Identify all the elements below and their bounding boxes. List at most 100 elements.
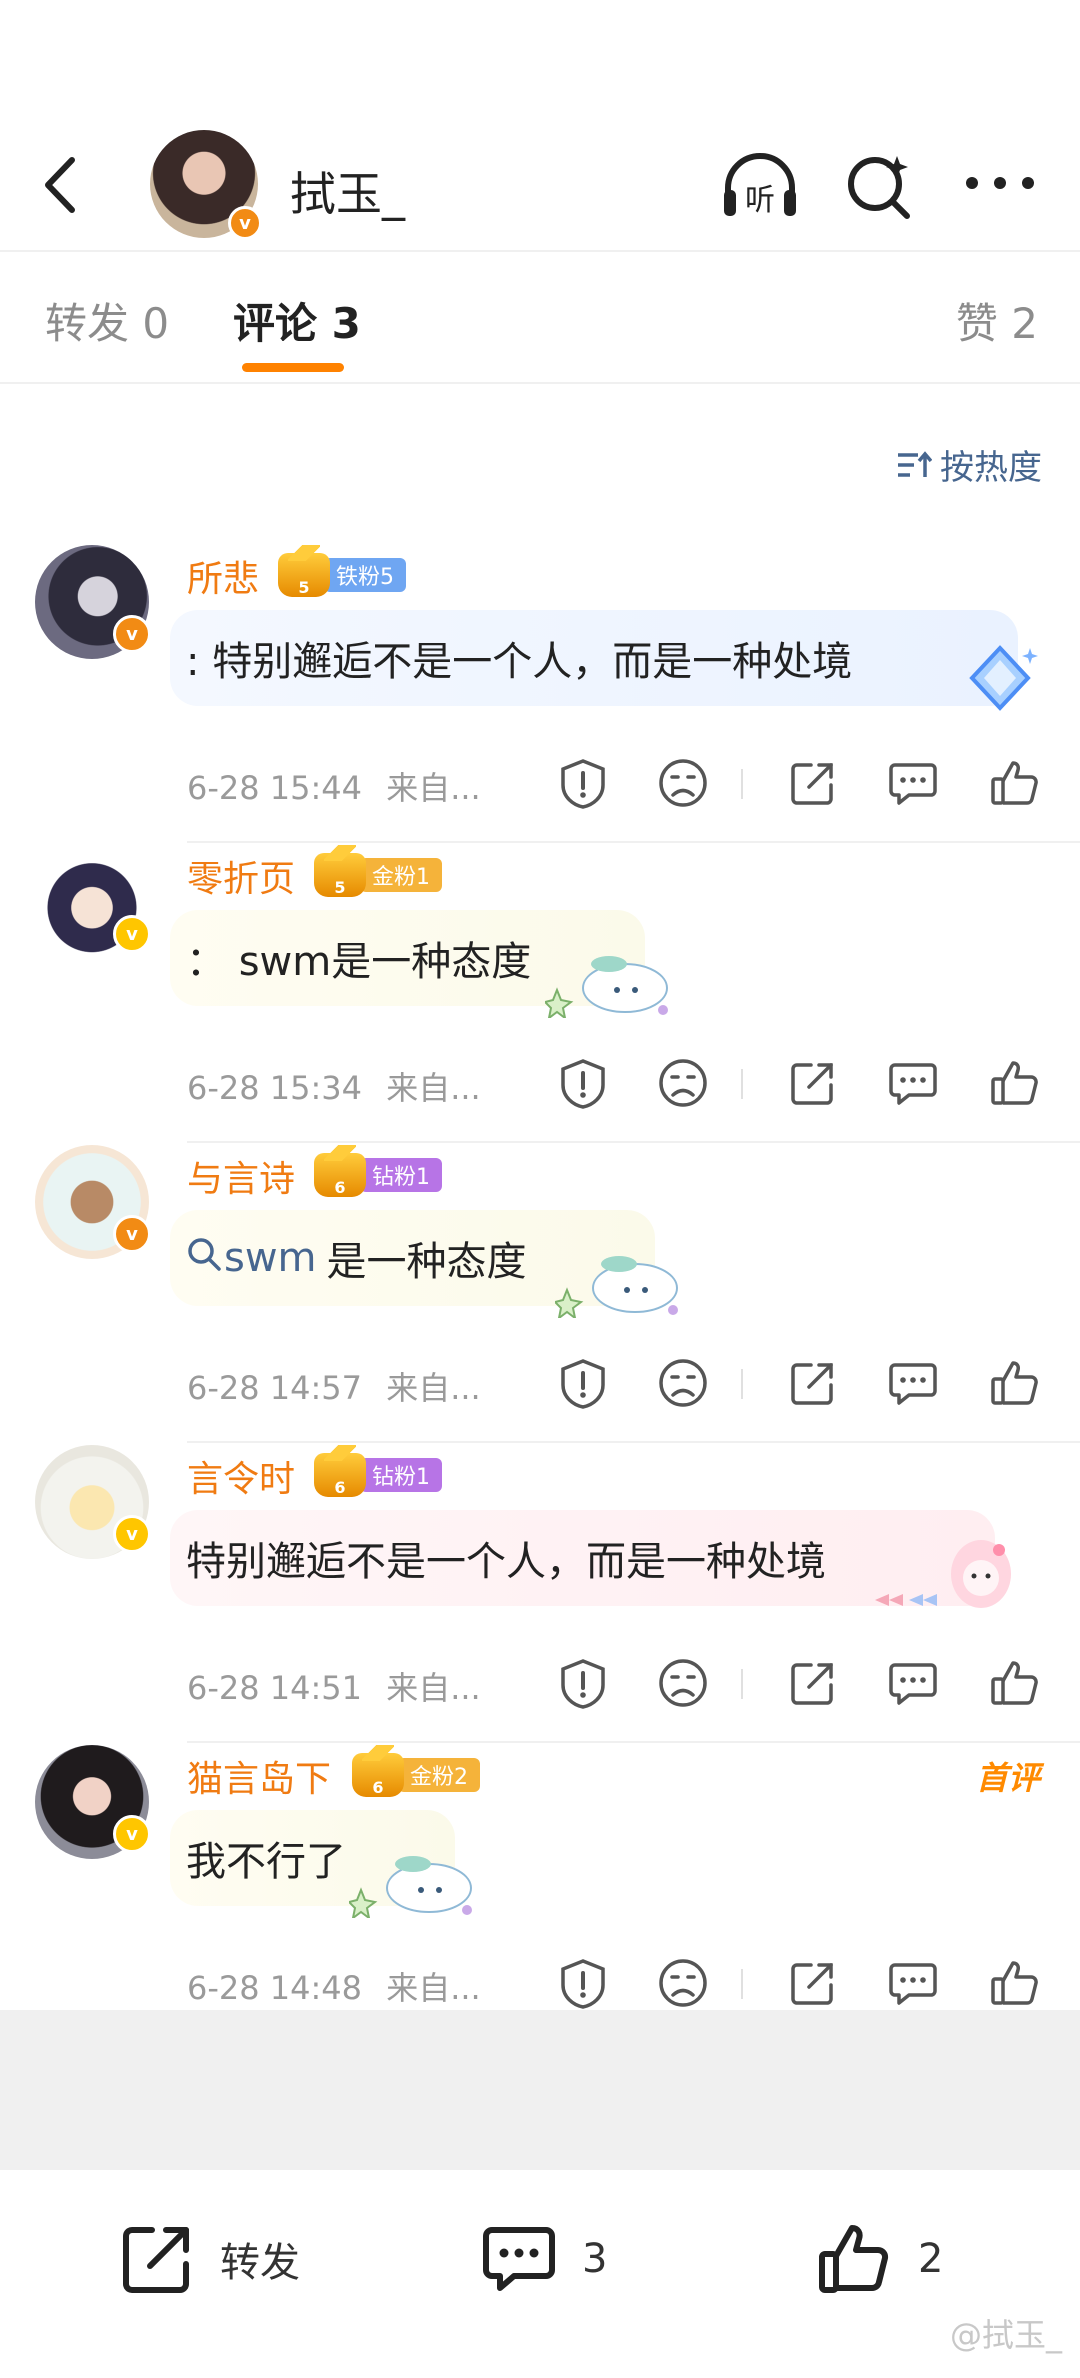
divider bbox=[187, 1441, 1080, 1443]
comment-time: 6-28 15:44 bbox=[187, 769, 363, 807]
comment-bubble[interactable]: 我不行了 bbox=[170, 1810, 472, 1918]
fan-badges[interactable]: 6 钻粉1 bbox=[314, 1445, 442, 1497]
diamond-sticker-icon bbox=[969, 645, 1038, 711]
action-separator bbox=[741, 1969, 743, 1999]
report-icon bbox=[561, 1659, 605, 1709]
reply-button[interactable] bbox=[885, 1055, 941, 1111]
search-icon bbox=[848, 156, 910, 219]
comment-source[interactable]: 来自... bbox=[386, 1069, 481, 1107]
report-button[interactable] bbox=[555, 1055, 611, 1111]
comment-item: v 零折页 5 金粉1 ： swm是一种态度 6-28 15:34 来自... bbox=[0, 845, 1080, 1145]
fan-badges[interactable]: 6 钻粉1 bbox=[314, 1145, 442, 1197]
comment-button[interactable]: 3 bbox=[480, 2220, 607, 2298]
fan-badges[interactable]: 5 铁粉5 bbox=[278, 545, 406, 597]
dislike-button[interactable] bbox=[655, 1055, 711, 1111]
report-icon bbox=[561, 1059, 605, 1109]
like-button[interactable] bbox=[987, 1355, 1043, 1411]
like-button[interactable] bbox=[987, 1655, 1043, 1711]
comment-actions bbox=[545, 1955, 1045, 2011]
fan-badges[interactable]: 5 金粉1 bbox=[314, 845, 442, 897]
repost-button[interactable]: 转发 bbox=[118, 2220, 300, 2298]
verified-badge-icon: v bbox=[113, 1515, 151, 1553]
comment-meta: 6-28 14:48 来自... bbox=[187, 1963, 481, 2009]
commenter-name[interactable]: 零折页 bbox=[187, 850, 295, 902]
comment-bubble[interactable]: : 特别邂逅不是一个人，而是一种处境 bbox=[170, 610, 1038, 711]
report-button[interactable] bbox=[555, 755, 611, 811]
comment-bubble[interactable]: ： swm是一种态度 bbox=[170, 910, 668, 1018]
author-name[interactable]: 拭玉_ bbox=[290, 158, 405, 224]
comment-source[interactable]: 来自... bbox=[386, 1369, 481, 1407]
comment-item: v 所悲 5 铁粉5 : 特别邂逅不是一个人，而是一种处境 6-28 15:44… bbox=[0, 545, 1080, 845]
report-button[interactable] bbox=[555, 1655, 611, 1711]
fan-badges[interactable]: 6 金粉2 bbox=[352, 1745, 480, 1797]
report-icon bbox=[561, 1959, 605, 2009]
commenter-avatar[interactable]: v bbox=[35, 845, 151, 959]
back-button[interactable] bbox=[30, 150, 90, 220]
commenter-name[interactable]: 猫言岛下 bbox=[187, 1750, 331, 1802]
commenter-avatar[interactable]: v bbox=[35, 1445, 151, 1559]
tab-comment[interactable]: 评论 3 bbox=[233, 290, 361, 351]
comment-bubble-icon bbox=[483, 2227, 555, 2291]
sort-by-hot-button[interactable]: 按热度 bbox=[896, 440, 1042, 489]
verified-badge-icon: v bbox=[228, 206, 262, 240]
comment-time: 6-28 15:34 bbox=[187, 1069, 363, 1107]
share-button[interactable] bbox=[785, 1955, 841, 2011]
share-icon bbox=[791, 1963, 833, 2005]
dislike-button[interactable] bbox=[655, 1655, 711, 1711]
more-button[interactable] bbox=[960, 168, 1040, 198]
comment-text: 是一种态度 bbox=[326, 1239, 527, 1285]
comment-meta: 6-28 14:57 来自... bbox=[187, 1363, 481, 1409]
like-button[interactable] bbox=[987, 1955, 1043, 2011]
topic-link[interactable]: swm bbox=[224, 1235, 317, 1281]
like-button[interactable] bbox=[987, 755, 1043, 811]
comment-item: v 与言诗 6 钻粉1 swm 是一种态度 6-28 14:57 来自... bbox=[0, 1145, 1080, 1445]
crown-level-icon: 5 bbox=[314, 845, 366, 897]
thumbs-up-icon bbox=[819, 2225, 889, 2293]
commenter-name[interactable]: 言令时 bbox=[187, 1450, 295, 1502]
reply-button[interactable] bbox=[885, 1655, 941, 1711]
like-button[interactable]: 2 bbox=[816, 2220, 943, 2298]
verified-badge-icon: v bbox=[113, 915, 151, 953]
divider bbox=[187, 841, 1080, 843]
author-avatar[interactable]: v bbox=[150, 130, 262, 240]
report-button[interactable] bbox=[555, 1355, 611, 1411]
thumbs-up-icon bbox=[991, 761, 1038, 805]
share-button[interactable] bbox=[785, 1055, 841, 1111]
share-icon bbox=[791, 763, 833, 805]
commenter-name[interactable]: 与言诗 bbox=[187, 1150, 295, 1202]
search-button[interactable] bbox=[845, 150, 915, 222]
comment-source[interactable]: 来自... bbox=[386, 769, 481, 807]
dislike-button[interactable] bbox=[655, 1955, 711, 2011]
commenter-name[interactable]: 所悲 bbox=[187, 550, 259, 602]
reply-button[interactable] bbox=[885, 1955, 941, 2011]
report-button[interactable] bbox=[555, 1955, 611, 2011]
fan-tag: 铁粉5 bbox=[324, 558, 406, 592]
comment-source[interactable]: 来自... bbox=[386, 1969, 481, 2007]
tab-repost[interactable]: 转发 0 bbox=[45, 290, 169, 351]
share-button[interactable] bbox=[785, 755, 841, 811]
share-icon bbox=[123, 2227, 189, 2293]
comment-source[interactable]: 来自... bbox=[386, 1669, 481, 1707]
cinnamoroll-sticker-icon bbox=[545, 956, 668, 1018]
share-button[interactable] bbox=[785, 1655, 841, 1711]
comment-text: ： swm是一种态度 bbox=[186, 939, 532, 985]
reply-button[interactable] bbox=[885, 1355, 941, 1411]
commenter-avatar[interactable]: v bbox=[35, 1745, 151, 1859]
divider bbox=[0, 382, 1080, 384]
reply-button[interactable] bbox=[885, 755, 941, 811]
commenter-avatar[interactable]: v bbox=[35, 1145, 151, 1259]
comment-bubble[interactable]: swm 是一种态度 bbox=[170, 1210, 678, 1318]
dislike-button[interactable] bbox=[655, 755, 711, 811]
my-melody-sticker-icon bbox=[875, 1540, 1011, 1608]
dislike-button[interactable] bbox=[655, 1355, 711, 1411]
tab-like[interactable]: 赞 2 bbox=[956, 290, 1038, 351]
like-button[interactable] bbox=[987, 1055, 1043, 1111]
crown-level-icon: 6 bbox=[352, 1745, 404, 1797]
cinnamoroll-sticker-icon bbox=[555, 1256, 678, 1318]
comment-item: v 言令时 6 钻粉1 特别邂逅不是一个人，而是一种处境 6-28 14:51 … bbox=[0, 1445, 1080, 1745]
share-button[interactable] bbox=[785, 1355, 841, 1411]
commenter-avatar[interactable]: v bbox=[35, 545, 151, 659]
comment-bubble[interactable]: 特别邂逅不是一个人，而是一种处境 bbox=[170, 1510, 1011, 1608]
sad-face-icon bbox=[659, 1659, 707, 1707]
listen-button[interactable]: 听 bbox=[718, 150, 802, 222]
